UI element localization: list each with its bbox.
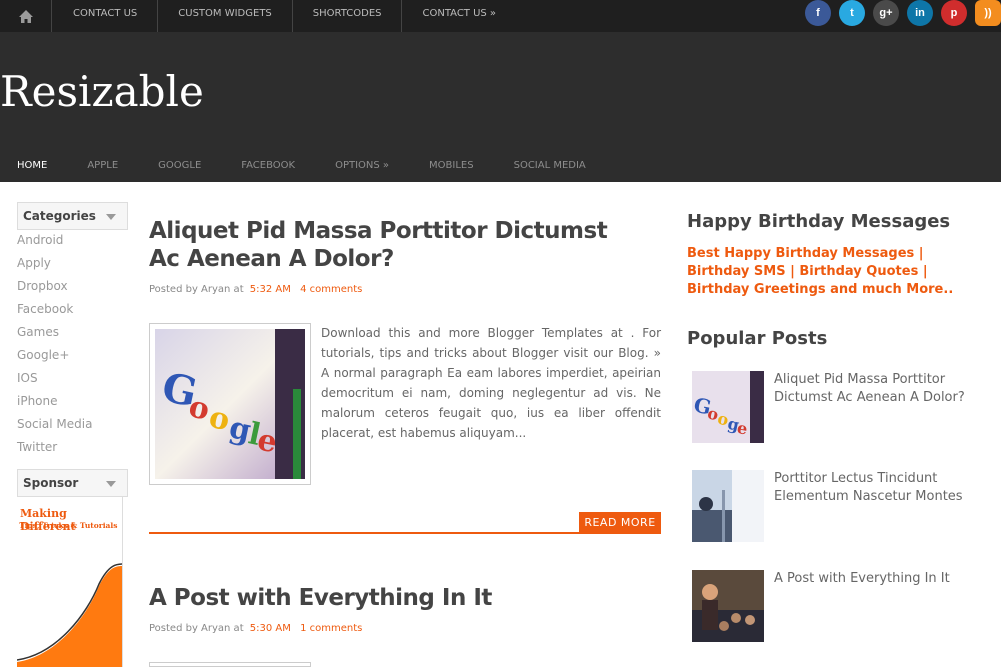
home-button[interactable] [0,0,52,32]
category-link[interactable]: IOS [17,368,92,391]
post-time[interactable]: 5:30 AM [250,623,291,634]
post-author: Posted by Aryan at [149,284,244,295]
categories-list: Android Apply Dropbox Facebook Games Goo… [17,230,92,460]
google-sign-image: G o o g e [692,371,764,443]
nav-options[interactable]: OPTIONS » [335,160,389,182]
site-logo[interactable]: Resizable [0,67,204,116]
linkedin-icon[interactable]: in [907,0,933,26]
post-time[interactable]: 5:32 AM [250,284,291,295]
post-meta: Posted by Aryan at 5:30 AM 1 comments [149,623,362,634]
popular-post-link[interactable]: Porttitor Lectus Tincidunt Elementum Nas… [774,470,974,506]
category-link[interactable]: Facebook [17,299,92,322]
birthday-link[interactable]: Best Happy Birthday Messages | Birthday … [687,245,982,299]
top-bar: CONTACT US CUSTOM WIDGETS SHORTCODES CON… [0,0,1001,32]
sponsor-widget-header[interactable]: Sponsor [17,469,128,497]
post-comments[interactable]: 1 comments [300,623,362,634]
nav-apple[interactable]: APPLE [87,160,118,182]
post-author: Posted by Aryan at [149,623,244,634]
nav-google[interactable]: GOOGLE [158,160,201,182]
google-sign-image: G o o g l e [155,329,305,479]
nav-mobiles[interactable]: MOBILES [429,160,474,182]
post-title[interactable]: Aliquet Pid Massa Porttitor Dictumst Ac … [149,217,609,273]
popular-posts-title: Popular Posts [687,328,828,349]
post-excerpt: Download this and more Blogger Templates… [321,326,661,440]
caret-down-icon [106,481,116,487]
pinterest-icon[interactable]: p [941,0,967,26]
category-link[interactable]: Android [17,230,92,253]
sponsor-banner[interactable]: Making Different Tips, Tricks & Tutorial… [17,496,123,667]
home-icon [18,9,33,23]
site-header: Resizable HOME APPLE GOOGLE FACEBOOK OPT… [0,32,1001,182]
googleplus-icon[interactable]: g+ [873,0,899,26]
nav-facebook[interactable]: FACEBOOK [241,160,295,182]
category-link[interactable]: Twitter [17,437,92,460]
categories-title: Categories [23,209,96,223]
popular-post-thumbnail[interactable]: G o o g e [692,371,764,443]
facebook-icon[interactable]: f [805,0,831,26]
category-link[interactable]: Dropbox [17,276,92,299]
category-link[interactable]: Apply [17,253,92,276]
social-icons: f t g+ in p )) [797,0,1001,26]
topnav-contact-us-dropdown[interactable]: CONTACT US » [402,0,516,32]
category-link[interactable]: Social Media [17,414,92,437]
rss-icon[interactable]: )) [975,0,1001,26]
topnav-contact-us[interactable]: CONTACT US [53,0,159,32]
post-thumbnail[interactable] [149,662,311,667]
category-link[interactable]: Google+ [17,345,92,368]
nav-home[interactable]: HOME [17,160,47,182]
popular-post-thumbnail[interactable] [692,470,764,542]
topnav-shortcodes[interactable]: SHORTCODES [293,0,403,32]
top-nav: CONTACT US CUSTOM WIDGETS SHORTCODES CON… [53,0,516,32]
twitter-icon[interactable]: t [839,0,865,26]
category-link[interactable]: iPhone [17,391,92,414]
audience-image [692,570,764,642]
nav-social-media[interactable]: SOCIAL MEDIA [514,160,586,182]
birthday-widget-title: Happy Birthday Messages [687,211,951,232]
post-meta: Posted by Aryan at 5:32 AM 4 comments [149,284,362,295]
category-link[interactable]: Games [17,322,92,345]
post-title[interactable]: A Post with Everything In It [149,584,609,612]
main-nav: HOME APPLE GOOGLE FACEBOOK OPTIONS » MOB… [0,160,609,182]
post-comments[interactable]: 4 comments [300,284,362,295]
caret-down-icon [106,214,116,220]
popular-post-thumbnail[interactable] [692,570,764,642]
popular-post-link[interactable]: A Post with Everything In It [774,570,974,588]
presentation-image [692,470,764,542]
categories-widget-header[interactable]: Categories [17,202,128,230]
sponsor-graphic [17,563,122,667]
topnav-custom-widgets[interactable]: CUSTOM WIDGETS [158,0,293,32]
popular-post-link[interactable]: Aliquet Pid Massa Porttitor Dictumst Ac … [774,371,974,407]
post-thumbnail[interactable]: G o o g l e [149,323,311,485]
sponsor-title: Sponsor [23,476,79,490]
read-more-button[interactable]: READ MORE [579,512,661,533]
